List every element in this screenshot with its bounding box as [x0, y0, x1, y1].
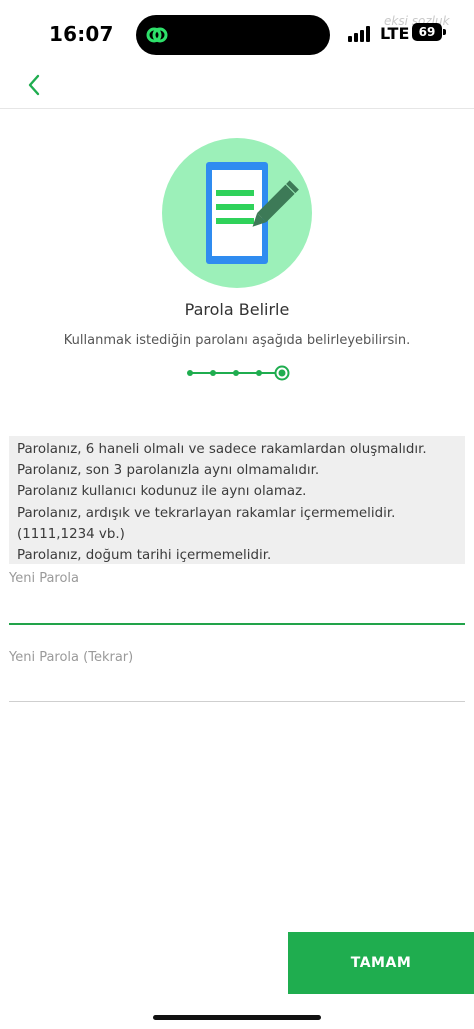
dynamic-island	[136, 15, 330, 55]
stepper-step-dot	[233, 370, 239, 376]
battery-tip	[443, 29, 446, 35]
hero-illustration	[162, 138, 312, 288]
confirm-button[interactable]: TAMAM	[288, 932, 474, 994]
page-subtitle: Kullanmak istediğin parolanı aşağıda bel…	[63, 333, 411, 348]
status-time: 16:07	[49, 22, 114, 46]
rule-item: Parolanız, son 3 parolanızla aynı olmama…	[17, 463, 320, 479]
rule-item: Parolanız, ardışık ve tekrarlayan rakaml…	[17, 505, 396, 521]
stepper-step-dot	[256, 370, 262, 376]
rule-item: Parolanız kullanıcı kodunuz ile aynı ola…	[17, 484, 307, 500]
rule-item: Parolanız, 6 haneli olmalı ve sadece rak…	[17, 442, 427, 457]
new-password-input[interactable]	[9, 595, 465, 619]
rule-item: (1111,1234 vb.)	[17, 526, 125, 542]
confirm-password-label: Yeni Parola (Tekrar)	[9, 650, 134, 665]
phone-document-pen-icon	[206, 162, 299, 264]
network-type: LTE	[380, 24, 410, 43]
password-rules: Parolanız, 6 haneli olmalı ve sadece rak…	[9, 436, 465, 564]
stepper-step-dot	[187, 370, 193, 376]
stepper-step-dot	[210, 370, 216, 376]
link-rings-icon	[146, 27, 168, 43]
nav-bar	[0, 68, 474, 109]
cellular-signal-icon	[348, 26, 372, 42]
stepper-current-dot	[278, 369, 286, 377]
rule-item: Parolanız, doğum tarihi içermemelidir.	[17, 548, 272, 564]
confirm-password-input[interactable]	[9, 674, 465, 698]
back-button[interactable]	[20, 70, 50, 100]
home-indicator	[153, 1015, 321, 1020]
page-title: Parola Belirle	[184, 300, 290, 319]
new-password-field: Yeni Parola	[9, 571, 465, 625]
chevron-left-icon	[28, 74, 40, 96]
status-bar: 16:07 eksi sozluk LTE 69	[0, 0, 474, 68]
new-password-label: Yeni Parola	[9, 571, 80, 586]
battery-icon: 69	[412, 23, 442, 41]
confirm-password-field: Yeni Parola (Tekrar)	[9, 650, 465, 702]
progress-stepper	[187, 365, 290, 381]
